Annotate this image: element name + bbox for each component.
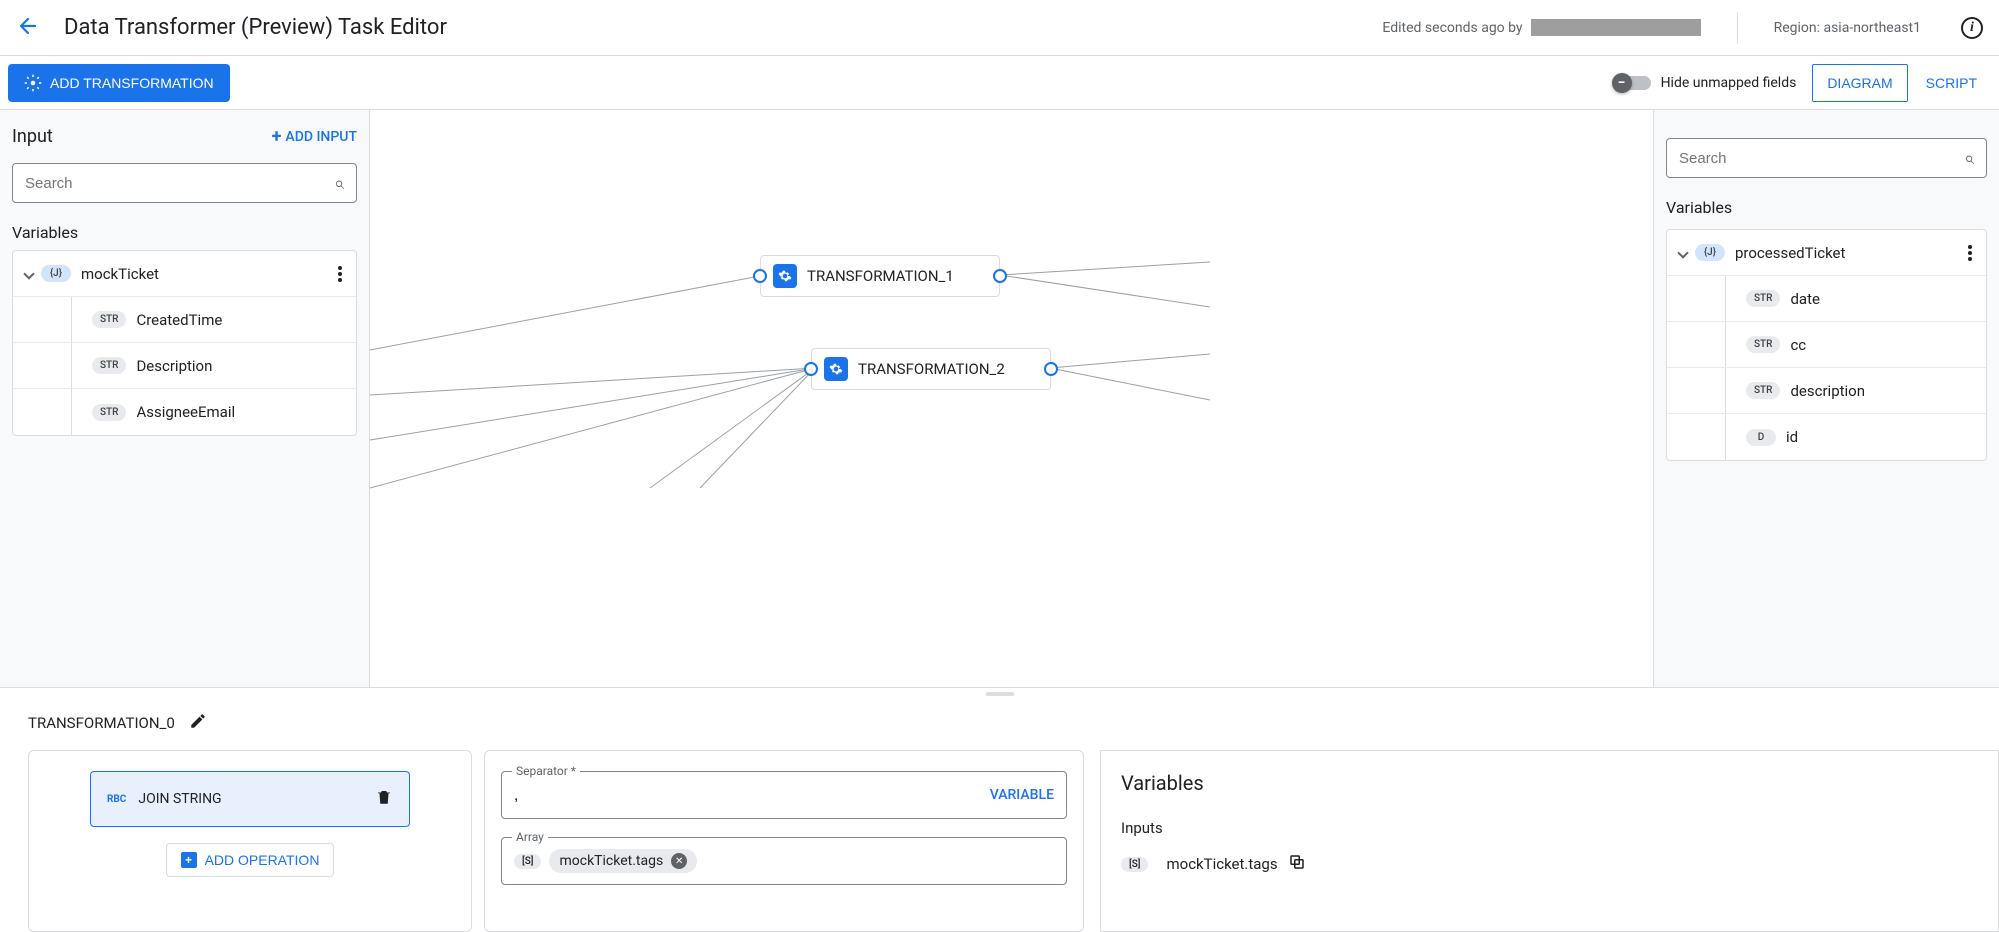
app-header: Data Transformer (Preview) Task Editor E… (0, 0, 1999, 56)
edit-icon[interactable] (189, 712, 207, 734)
gear-icon (773, 264, 797, 288)
edited-by-label: Edited seconds ago by (1382, 19, 1700, 36)
tree-row[interactable]: STR AssigneeEmail (13, 389, 356, 435)
tree-row[interactable]: STR date (1667, 276, 1986, 322)
tree-row[interactable]: STR Description (13, 343, 356, 389)
delete-icon[interactable] (375, 788, 393, 810)
more-icon[interactable] (332, 266, 348, 282)
header-divider (1737, 12, 1738, 44)
separator-input[interactable] (514, 787, 990, 804)
operation-card-join-string[interactable]: RBC JOIN STRING (90, 771, 410, 827)
tab-diagram[interactable]: DIAGRAM (1812, 64, 1907, 102)
input-search-field[interactable] (25, 175, 334, 192)
operation-type-badge: RBC (107, 794, 126, 805)
tree-row[interactable]: D id (1667, 414, 1986, 460)
output-port[interactable] (1044, 362, 1058, 376)
operation-config-column: Separator * VARIABLE Array [S] mockTicke… (484, 750, 1084, 932)
input-search[interactable]: ⌕ (12, 163, 357, 203)
output-tree: {J} processedTicket STR date STR cc STR (1666, 229, 1987, 461)
transformation-node-1[interactable]: TRANSFORMATION_1 (760, 255, 1000, 297)
drawer-variables-column: Variables Inputs [S] mockTicket.tags (1100, 750, 1999, 932)
input-tree: {J} mockTicket STR CreatedTime STR Descr… (12, 250, 357, 436)
tree-row[interactable]: STR description (1667, 368, 1986, 414)
array-field[interactable]: Array [S] mockTicket.tags ✕ (501, 837, 1067, 885)
chevron-down-icon[interactable] (1677, 247, 1688, 258)
drawer-header: TRANSFORMATION_0 (0, 696, 1999, 750)
hide-unmapped-toggle[interactable]: − Hide unmapped fields (1615, 75, 1797, 91)
add-transformation-button[interactable]: ADD TRANSFORMATION (8, 64, 230, 102)
output-port[interactable] (993, 269, 1007, 283)
search-icon: ⌕ (1964, 148, 1974, 169)
chevron-down-icon[interactable] (23, 268, 34, 279)
output-search[interactable]: ⌕ (1666, 138, 1987, 178)
remove-chip-icon[interactable]: ✕ (671, 853, 687, 869)
array-chip[interactable]: mockTicket.tags ✕ (549, 849, 697, 873)
input-variables-label: Variables (0, 215, 369, 250)
input-panel-title: Input (12, 126, 53, 147)
drawer-inputs-label: Inputs (1121, 819, 1982, 837)
toolbar: ADD TRANSFORMATION − Hide unmapped field… (0, 56, 1999, 110)
input-port[interactable] (753, 269, 767, 283)
variable-item[interactable]: [S] mockTicket.tags (1121, 853, 1982, 875)
copy-icon[interactable] (1288, 853, 1306, 875)
add-operation-button[interactable]: + ADD OPERATION (166, 843, 335, 877)
region-label: Region: asia-northeast1 (1774, 20, 1921, 36)
drawer-title: TRANSFORMATION_0 (28, 714, 175, 732)
output-search-field[interactable] (1679, 150, 1964, 167)
tree-row[interactable]: STR cc (1667, 322, 1986, 368)
main-layout: Input +ADD INPUT ⌕ Variables {J} mockTic… (0, 110, 1999, 932)
output-variables-label: Variables (1654, 190, 1999, 225)
variable-button[interactable]: VARIABLE (990, 787, 1054, 803)
tree-row[interactable]: STR CreatedTime (13, 297, 356, 343)
separator-field[interactable]: Separator * VARIABLE (501, 771, 1067, 819)
redacted-user (1531, 19, 1701, 36)
add-input-button[interactable]: +ADD INPUT (272, 126, 357, 147)
tree-row-root[interactable]: {J} mockTicket (13, 251, 356, 297)
input-port[interactable] (804, 362, 818, 376)
more-icon[interactable] (1962, 245, 1978, 261)
back-arrow-icon[interactable] (16, 14, 40, 42)
tab-script[interactable]: SCRIPT (1912, 64, 1991, 102)
transformation-editor-drawer: TRANSFORMATION_0 RBC JOIN STRING + ADD O… (0, 687, 1999, 932)
transformation-node-2[interactable]: TRANSFORMATION_2 (811, 348, 1051, 390)
tree-row-root[interactable]: {J} processedTicket (1667, 230, 1986, 276)
view-mode-tabs: DIAGRAM SCRIPT (1812, 64, 1991, 102)
gear-icon (824, 357, 848, 381)
type-badge-json: {J} (41, 265, 71, 282)
page-title: Data Transformer (Preview) Task Editor (64, 15, 1358, 40)
search-icon: ⌕ (334, 173, 344, 194)
operations-column: RBC JOIN STRING + ADD OPERATION (28, 750, 472, 932)
info-icon[interactable]: i (1961, 17, 1983, 39)
drawer-vars-title: Variables (1121, 771, 1982, 795)
